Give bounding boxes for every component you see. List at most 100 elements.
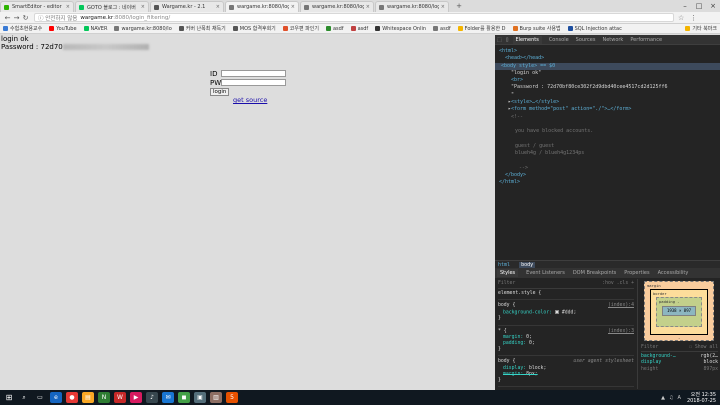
maximize-icon[interactable]: □: [692, 2, 706, 10]
tab-styles[interactable]: Styles: [497, 269, 519, 277]
close-icon[interactable]: ×: [141, 4, 145, 10]
dom-node[interactable]: you have blocked accounts.: [499, 128, 716, 135]
bookmark-item[interactable]: 코우편 파인기: [282, 25, 319, 32]
dom-node-selected[interactable]: <body style> == $0: [495, 62, 720, 70]
bookmark-item[interactable]: YouTube: [49, 26, 77, 32]
tab-event-listeners[interactable]: Event Listeners: [526, 270, 565, 276]
box-model-margin[interactable]: margin border padding - 1938 × 897 -: [644, 281, 714, 341]
minimize-icon[interactable]: –: [678, 2, 692, 10]
dom-node[interactable]: "Password : 72d70bf80ce302f2d9dbd40cee45…: [499, 84, 716, 91]
id-input[interactable]: [221, 70, 286, 77]
style-declaration[interactable]: background-color: #ddd;: [498, 309, 634, 317]
browser-tab[interactable]: wargame.kr:8080/login_×: [225, 1, 299, 12]
device-icon[interactable]: ▯: [506, 37, 509, 43]
taskbar-app-icon[interactable]: N: [98, 392, 110, 403]
taskbar-clock[interactable]: 오전 12:35 2018-07-25: [687, 392, 716, 404]
ime-icon[interactable]: A: [678, 395, 681, 401]
dom-node[interactable]: <html>: [499, 48, 716, 55]
reload-icon[interactable]: ↻: [21, 14, 30, 22]
styles-filter-input[interactable]: Filter: [498, 281, 515, 287]
taskbar-app-icon[interactable]: e: [50, 392, 62, 403]
dom-node[interactable]: <head></head>: [499, 55, 716, 62]
style-source[interactable]: (index):3: [608, 329, 634, 335]
taskbar-app-icon[interactable]: ▣: [194, 392, 206, 403]
style-rule[interactable]: * {(index):3 margin: 0; padding: 0;}: [498, 329, 634, 357]
bookmark-item[interactable]: NAVER: [83, 26, 107, 32]
dom-node[interactable]: ▸<style>…</style>: [499, 99, 716, 106]
taskbar-app-icon[interactable]: ✉: [162, 392, 174, 403]
browser-tab[interactable]: wargame.kr:8080/login_×: [300, 1, 374, 12]
close-icon[interactable]: ×: [66, 4, 70, 10]
bookmark-item[interactable]: Burp suite 사용법: [512, 25, 561, 32]
dom-node[interactable]: ▸<form method="post" action="./">…</form…: [499, 106, 716, 113]
dom-node[interactable]: <br>: [499, 77, 716, 84]
computed-row[interactable]: height 897px: [641, 367, 718, 373]
bookmark-item[interactable]: 수험초현용교수: [3, 25, 42, 32]
dom-node[interactable]: "login ok": [499, 70, 716, 77]
box-model-border[interactable]: border padding - 1938 × 897: [650, 289, 708, 335]
volume-icon[interactable]: ♫: [669, 395, 673, 401]
tab-console[interactable]: Console: [549, 37, 569, 43]
dom-node[interactable]: guest / guest: [499, 143, 716, 150]
bookmark-item[interactable]: wargame.kr:8080/lo: [114, 26, 172, 32]
login-button[interactable]: login: [210, 88, 230, 96]
taskbar-app-icon[interactable]: 5: [226, 392, 238, 403]
bookmark-other[interactable]: 기타 북마크: [685, 25, 717, 32]
pw-input[interactable]: [221, 79, 286, 86]
dom-node[interactable]: </html>: [499, 179, 716, 186]
taskbar-app-icon[interactable]: ♪: [146, 392, 158, 403]
get-source-link[interactable]: get source: [233, 96, 267, 104]
styles-filter-options[interactable]: :hov .cls +: [602, 281, 634, 287]
taskbar-app-icon[interactable]: W: [114, 392, 126, 403]
bookmark-item[interactable]: asdf: [433, 26, 451, 32]
close-window-icon[interactable]: ×: [706, 2, 720, 10]
inspect-icon[interactable]: ⬚: [497, 37, 502, 43]
style-rule[interactable]: element.style {: [498, 291, 634, 301]
tab-elements[interactable]: Elements: [512, 35, 542, 44]
box-model-content[interactable]: 1938 × 897: [662, 306, 696, 316]
computed-filter-input[interactable]: Filter: [641, 345, 658, 351]
new-tab-button[interactable]: +: [452, 2, 466, 11]
back-icon[interactable]: ←: [3, 14, 12, 22]
bookmark-star-icon[interactable]: ☆: [678, 14, 684, 22]
security-indicator[interactable]: ⓘ 안전하지 않음: [38, 14, 77, 22]
tab-performance[interactable]: Performance: [630, 37, 662, 43]
taskbar-app-icon[interactable]: ▤: [82, 392, 94, 403]
forward-icon[interactable]: →: [12, 14, 21, 22]
style-rule[interactable]: body {user agent stylesheet display: bloc…: [498, 359, 634, 388]
color-swatch[interactable]: [555, 309, 559, 314]
computed-show-all[interactable]: ☐ Show all: [689, 345, 718, 351]
tab-sources[interactable]: Sources: [576, 37, 596, 43]
bookmark-item[interactable]: 커버 난폭최 채득기: [178, 25, 226, 32]
browser-menu-icon[interactable]: ⋮: [690, 14, 697, 22]
styles-filter[interactable]: Filter :hov .cls +: [498, 281, 634, 290]
tab-accessibility[interactable]: Accessibility: [658, 270, 689, 276]
taskbar-app-icon[interactable]: ▥: [210, 392, 222, 403]
taskbar-app-icon[interactable]: ▶: [130, 392, 142, 403]
close-icon[interactable]: ×: [441, 4, 445, 10]
taskbar-app-icon[interactable]: ◼: [178, 392, 190, 403]
tab-properties[interactable]: Properties: [624, 270, 649, 276]
bookmark-item[interactable]: Whitespace Onlin: [375, 26, 426, 32]
taskbar-app-icon[interactable]: ●: [66, 392, 78, 403]
taskbar-app-icon[interactable]: ▭: [34, 392, 46, 403]
network-icon[interactable]: ▲: [661, 395, 665, 401]
bookmark-item[interactable]: asdf: [325, 26, 344, 32]
dom-node[interactable]: -->: [499, 165, 716, 172]
windows-start-icon[interactable]: ⊞: [2, 391, 16, 404]
browser-tab[interactable]: SmartEditor - editor ×: [0, 1, 74, 12]
computed-filter[interactable]: Filter ☐ Show all: [641, 345, 718, 353]
browser-tab[interactable]: GOTO 블로그 : 네이버 ×: [75, 1, 149, 12]
tab-network[interactable]: Network: [602, 37, 623, 43]
bookmark-item[interactable]: MOS 합격후회기: [232, 25, 276, 32]
bookmark-item[interactable]: Folder를 활용한 D: [457, 25, 506, 32]
box-model-padding[interactable]: padding - 1938 × 897: [656, 297, 702, 327]
bookmark-item[interactable]: asdf: [350, 26, 368, 32]
tab-dom-breakpoints[interactable]: DOM Breakpoints: [573, 270, 616, 276]
style-source[interactable]: (index):4: [608, 303, 634, 309]
dom-node[interactable]: ": [499, 92, 716, 99]
url-input[interactable]: ⓘ 안전하지 않음 wargame.kr :8080/login_filteri…: [34, 13, 674, 22]
close-icon[interactable]: ×: [291, 4, 295, 10]
dom-node[interactable]: </body>: [499, 172, 716, 179]
style-rule[interactable]: body {(index):4 background-color: #ddd;}: [498, 303, 634, 326]
